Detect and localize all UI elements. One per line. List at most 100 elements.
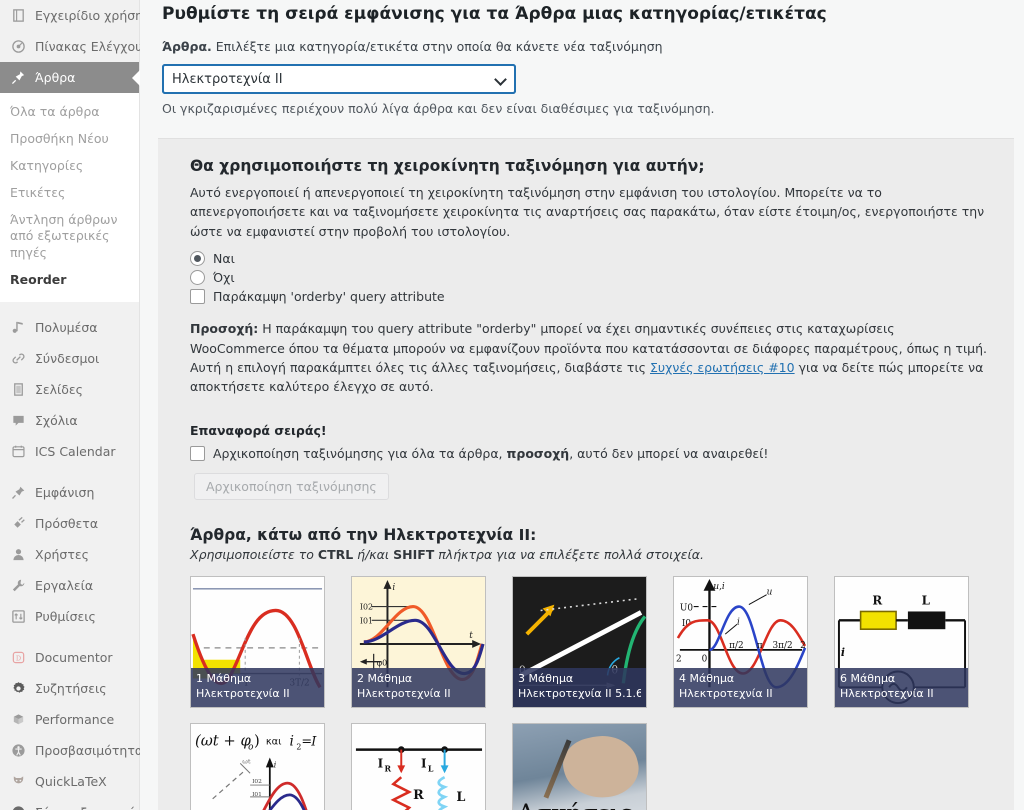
svg-text:ωt: ωt: [242, 757, 251, 765]
submenu-item-categories[interactable]: Κατηγορίες: [0, 153, 139, 180]
thumb-caption: 3 Μάθημα Ηλεκτροτεχνία II 5.1.6.: [513, 668, 646, 707]
svg-text:): ): [254, 732, 260, 749]
documentor-icon: D: [10, 649, 27, 666]
thumb-category: Ηλεκτροτεχνία II: [679, 686, 773, 700]
quicklatex-icon: [10, 773, 27, 790]
sidebar-item-dashboard[interactable]: Πίνακας Ελέγχου: [0, 31, 143, 62]
settings-icon: [10, 608, 27, 625]
sidebar-item-pages[interactable]: Σελίδες: [0, 374, 139, 405]
manual-sort-heading: Θα χρησιμοποιήστε τη χειροκίνητη ταξινόμ…: [190, 157, 705, 176]
category-select-holder: Ηλεκτροτεχνία II: [162, 64, 516, 95]
submenu-item-add-new[interactable]: Προσθήκη Νέου: [0, 126, 139, 153]
sidebar-item-label: Documentor: [35, 650, 113, 665]
sidebar-item-manual[interactable]: Εγχειρίδιο χρήσης: [0, 0, 150, 31]
posts-grid: T 3T/2 1 Μάθημα Ηλεκτροτεχνία II: [190, 575, 992, 810]
post-thumb[interactable]: (ωt + φ o ) και i 2 = I ωt i I02 I01: [190, 722, 325, 810]
sidebar-item-label: Πίνακας Ελέγχου: [35, 39, 143, 54]
post-thumb[interactable]: θ 0 3 Μάθημα Ηλεκτροτεχνία II 5.1.6.: [512, 575, 647, 708]
thumb-category: Ηλεκτροτεχνία II 5.1.6.: [518, 686, 641, 700]
svg-text:3π/2: 3π/2: [773, 641, 793, 651]
submenu-item-tags[interactable]: Ετικέτες: [0, 180, 139, 207]
radio-yes[interactable]: [190, 250, 205, 266]
sidebar-item-ics-calendar[interactable]: ICS Calendar: [0, 436, 139, 467]
svg-text:(ωt + φ: (ωt + φ: [195, 732, 252, 749]
manual-sort-description: Αυτό ενεργοποιεί ή απενεργοποιεί τη χειρ…: [190, 185, 985, 239]
reset-label-bold: προσοχή: [506, 446, 570, 462]
svg-text:φ0: φ0: [377, 658, 388, 667]
category-select-hint: Οι γκριζαρισμένες περιέχουν πολύ λίγα άρ…: [162, 101, 715, 117]
checkbox-row-reset[interactable]: Αρχικοποίηση ταξινόμησης για όλα τα άρθρ…: [190, 445, 992, 463]
radio-row-yes[interactable]: Ναι: [190, 249, 992, 267]
sidebar-item-label: Πρόσθετα: [35, 516, 99, 531]
sidebar-item-users[interactable]: Χρήστες: [0, 539, 139, 570]
checkbox-reset[interactable]: [190, 446, 205, 462]
sidebar-item-documentor[interactable]: D Documentor: [0, 642, 139, 673]
svg-text:I02: I02: [252, 779, 262, 785]
sidebar-item-label: Performance: [35, 712, 115, 727]
svg-text:u: u: [767, 587, 773, 597]
sidebar-item-quicklatex[interactable]: QuickLaTeX: [0, 766, 139, 797]
sidebar-item-tools[interactable]: Εργαλεία: [0, 570, 139, 601]
post-thumb[interactable]: u,i U0 I0 u i 2 0 π/2 π 3π/2 2 4 Μάθημα …: [673, 575, 808, 708]
post-thumb[interactable]: I R I L R L: [351, 722, 486, 810]
post-thumb[interactable]: Ασκήσεις 8 Μάθημα Ηλεκτροτεχνία II: [512, 722, 647, 810]
sidebar-item-plugins[interactable]: Πρόσθετα: [0, 508, 139, 539]
orderby-warning-bold: Προσοχή:: [190, 321, 259, 337]
radio-row-no[interactable]: Όχι: [190, 268, 992, 286]
performance-icon: [10, 711, 27, 728]
svg-text:0: 0: [702, 654, 708, 664]
sidebar-item-media[interactable]: Πολυμέσα: [0, 312, 139, 343]
svg-text:i: i: [737, 617, 740, 627]
sidebar-item-collapse-menu[interactable]: Σύμπτυξη μενού: [0, 797, 139, 810]
sidebar-item-settings[interactable]: Ρυθμίσεις: [0, 601, 139, 632]
comment-icon: [10, 412, 27, 429]
sidebar-item-discussions[interactable]: Συζητήσεις: [0, 673, 139, 704]
post-thumb[interactable]: T 3T/2 1 Μάθημα Ηλεκτροτεχνία II: [190, 575, 325, 708]
category-select-wrap: Ηλεκτροτεχνία II: [156, 64, 1008, 95]
submenu-item-reorder[interactable]: Reorder: [0, 267, 139, 294]
checkbox-orderby-label: Παράκαμψη 'orderby' query attribute: [213, 288, 445, 304]
faq-link[interactable]: Συχνές ερωτήσεις #10: [650, 360, 795, 375]
svg-text:R: R: [385, 764, 392, 773]
sidebar-item-label: Σελίδες: [35, 382, 84, 397]
sidebar-item-links[interactable]: Σύνδεσμοι: [0, 343, 139, 374]
category-select-label: Άρθρα. Επιλέξτε μια κατηγορία/ετικέτα στ…: [156, 39, 1008, 54]
sidebar-item-label: Πολυμέσα: [35, 320, 98, 335]
svg-text:I: I: [378, 756, 384, 770]
svg-text:π/2: π/2: [729, 641, 743, 651]
collapse-icon: [10, 804, 27, 810]
checkbox-row-orderby[interactable]: Παράκαμψη 'orderby' query attribute: [190, 287, 992, 305]
plugin-icon: [10, 515, 27, 532]
thumb-title: 2 Μάθημα: [357, 672, 413, 686]
svg-text:L: L: [922, 593, 931, 607]
post-thumb[interactable]: R L i 6 Μάθημα Ηλεκτροτεχνία II: [834, 575, 969, 708]
main-content: Ρυθμίστε τη σειρά εμφάνισης για τα Άρθρα…: [140, 0, 1024, 810]
category-select[interactable]: Ηλεκτροτεχνία II: [162, 64, 516, 95]
grid-sub-1: Χρησιμοποιείστε το: [190, 546, 318, 562]
settings-panel: Θα χρησιμοποιήστε τη χειροκίνητη ταξινόμ…: [158, 138, 1014, 810]
sidebar-item-accessibility[interactable]: Προσβασιμότητα: [0, 735, 143, 766]
sidebar-item-appearance[interactable]: Εμφάνιση: [0, 477, 139, 508]
radio-yes-label: Ναι: [213, 250, 235, 266]
svg-text:R: R: [413, 788, 424, 803]
sidebar-item-label: QuickLaTeX: [35, 774, 107, 789]
radio-no[interactable]: [190, 269, 205, 285]
sidebar-item-performance[interactable]: Performance: [0, 704, 139, 735]
svg-text:o: o: [248, 742, 253, 752]
dashboard-icon: [10, 38, 27, 55]
submenu-item-external-import[interactable]: Άντληση άρθρων από εξωτερικές πηγές: [0, 207, 139, 268]
sidebar-item-posts[interactable]: Άρθρα: [0, 62, 139, 93]
checkbox-orderby[interactable]: [190, 288, 205, 304]
svg-text:I01: I01: [360, 616, 373, 625]
grid-sub-shift: SHIFT: [393, 546, 435, 562]
reset-sorting-button[interactable]: Αρχικοποίηση ταξινόμησης: [194, 472, 389, 500]
svg-text:D: D: [16, 654, 21, 662]
svg-text:π: π: [757, 641, 763, 651]
thumb-category: Ηλεκτροτεχνία II: [196, 686, 290, 700]
sidebar-item-comments[interactable]: Σχόλια: [0, 405, 139, 436]
sidebar-item-label: ICS Calendar: [35, 444, 116, 459]
svg-text:I: I: [421, 756, 427, 770]
post-thumb[interactable]: i t I02 I01 φ0 2 Μάθημα Ηλεκτροτεχνία II: [351, 575, 486, 708]
sidebar-item-label: Εργαλεία: [35, 578, 94, 593]
submenu-item-all-posts[interactable]: Όλα τα άρθρα: [0, 99, 139, 126]
